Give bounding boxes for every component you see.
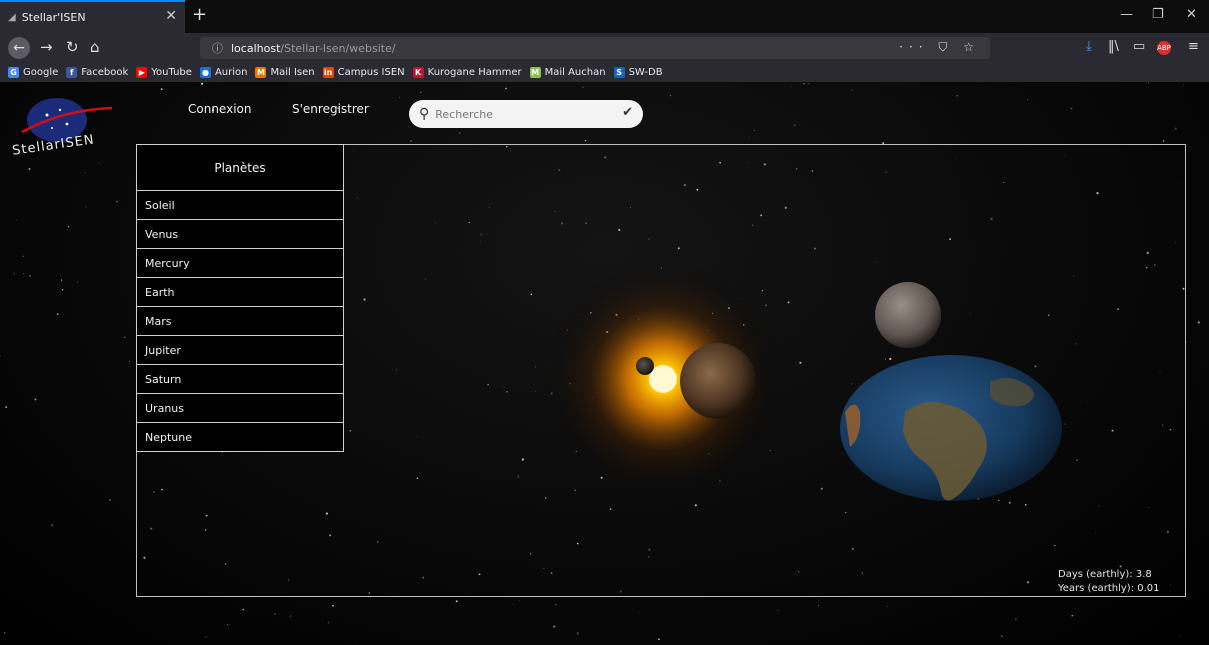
tab-title: Stellar'ISEN	[21, 11, 86, 24]
connexion-link[interactable]: Connexion	[188, 102, 252, 116]
register-link[interactable]: S'enregistrer	[292, 102, 369, 116]
download-icon[interactable]: ⤓	[1086, 39, 1092, 54]
stellarisen-logo[interactable]: StellarISEN	[11, 90, 132, 160]
url-path: /Stellar-Isen/website/	[280, 41, 396, 55]
planet-menu-heading: Planètes	[137, 145, 343, 191]
bookmark-item[interactable]: f Facebook	[66, 67, 128, 78]
library-icon[interactable]: ‖\	[1108, 39, 1119, 54]
bookmark-item[interactable]: in Campus ISEN	[322, 67, 405, 78]
years-readout: Years (earthly): 0.01	[1058, 583, 1160, 594]
forward-icon[interactable]: →	[40, 38, 53, 56]
bookmark-item[interactable]: M Mail Auchan	[529, 67, 606, 78]
address-bar[interactable]: ⓘ localhost/Stellar-Isen/website/ ··· ⛉ …	[200, 37, 990, 59]
planet-menu-item[interactable]: Mars	[137, 307, 343, 336]
bookmark-favicon-icon: S	[613, 67, 625, 78]
page-actions-icon[interactable]: ··· ⛉ ☆	[899, 40, 980, 55]
restore-icon[interactable]: ❐	[1152, 7, 1164, 22]
bookmark-label: YouTube	[151, 67, 192, 78]
bookmark-favicon-icon: M	[529, 67, 541, 78]
sidebar-icon[interactable]: ▭	[1133, 39, 1145, 54]
planet-menu-item[interactable]: Jupiter	[137, 336, 343, 365]
bookmark-favicon-icon: G	[8, 67, 19, 78]
planet-menu-item[interactable]: Venus	[137, 220, 343, 249]
bookmark-item[interactable]: ▶ YouTube	[136, 67, 192, 78]
browser-tab-bar: ◢ Stellar'ISEN ✕ + — ❐ ✕	[0, 0, 1209, 33]
bookmark-label: Kurogane Hammer	[427, 67, 522, 78]
bookmark-label: Mail Isen	[270, 67, 315, 78]
planet-menu-item[interactable]: Soleil	[137, 191, 343, 220]
bookmark-label: Campus ISEN	[337, 67, 405, 78]
home-icon[interactable]: ⌂	[90, 38, 100, 56]
bookmark-favicon-icon: K	[412, 67, 424, 78]
info-icon[interactable]: ⓘ	[212, 40, 223, 56]
planet-menu: Planètes Soleil Venus Mercury Earth Mars Jupi…	[136, 144, 344, 452]
bookmark-label: SW-DB	[628, 67, 663, 78]
bookmark-item[interactable]: S SW-DB	[613, 67, 663, 78]
planet-menu-item[interactable]: Neptune	[137, 423, 343, 451]
close-tab-icon[interactable]: ✕	[165, 8, 177, 24]
bookmark-favicon-icon: M	[255, 67, 267, 78]
bookmark-item[interactable]: K Kurogane Hammer	[412, 67, 522, 78]
time-stats: Days (earthly): 3.8 Years (earthly): 0.0…	[1058, 568, 1160, 596]
close-window-icon[interactable]: ✕	[1186, 7, 1197, 22]
check-icon[interactable]: ✔	[622, 105, 633, 120]
planet-menu-item[interactable]: Earth	[137, 278, 343, 307]
bookmark-favicon-icon: in	[322, 67, 334, 78]
url-host: localhost	[231, 41, 281, 55]
menu-icon[interactable]: ≡	[1188, 39, 1199, 54]
bookmark-item[interactable]: M Mail Isen	[255, 67, 315, 78]
arrow-left-icon: ←	[13, 40, 25, 56]
minimize-icon[interactable]: —	[1120, 7, 1133, 22]
search-bar: ⚲ ✔	[409, 100, 643, 128]
bookmark-favicon-icon: ▶	[136, 67, 148, 78]
search-input[interactable]	[433, 106, 608, 122]
new-tab-button[interactable]: +	[192, 4, 207, 25]
search-icon: ⚲	[419, 106, 430, 122]
adblock-icon[interactable]: ABP	[1157, 41, 1171, 55]
days-readout: Days (earthly): 3.8	[1058, 569, 1152, 580]
bookmark-label: Aurion	[214, 67, 248, 78]
page-content: StellarISEN Connexion S'enregistrer ⚲ ✔ …	[0, 82, 1209, 645]
bookmarks-bar: G Google f Facebook ▶ YouTube ● Aurion M Mail Ise…	[0, 63, 1209, 82]
planet-menu-item[interactable]: Mercury	[137, 249, 343, 278]
back-button[interactable]: ←	[8, 37, 30, 59]
bookmark-favicon-icon: ●	[199, 67, 211, 78]
bookmark-item[interactable]: ● Aurion	[199, 67, 248, 78]
bookmark-item[interactable]: G Google	[8, 67, 58, 78]
browser-tab[interactable]: ◢ Stellar'ISEN ✕	[0, 0, 185, 33]
bookmark-favicon-icon: f	[66, 67, 78, 78]
bookmark-label: Google	[23, 67, 59, 78]
planet-menu-item[interactable]: Uranus	[137, 394, 343, 423]
browser-nav-bar: ← → ↻ ⌂ ⓘ localhost/Stellar-Isen/website…	[0, 33, 1209, 63]
bookmark-label: Facebook	[81, 67, 129, 78]
site-favicon-icon: ◢	[8, 12, 16, 23]
bookmark-label: Mail Auchan	[544, 67, 606, 78]
reload-icon[interactable]: ↻	[66, 38, 79, 56]
planet-menu-item[interactable]: Saturn	[137, 365, 343, 394]
